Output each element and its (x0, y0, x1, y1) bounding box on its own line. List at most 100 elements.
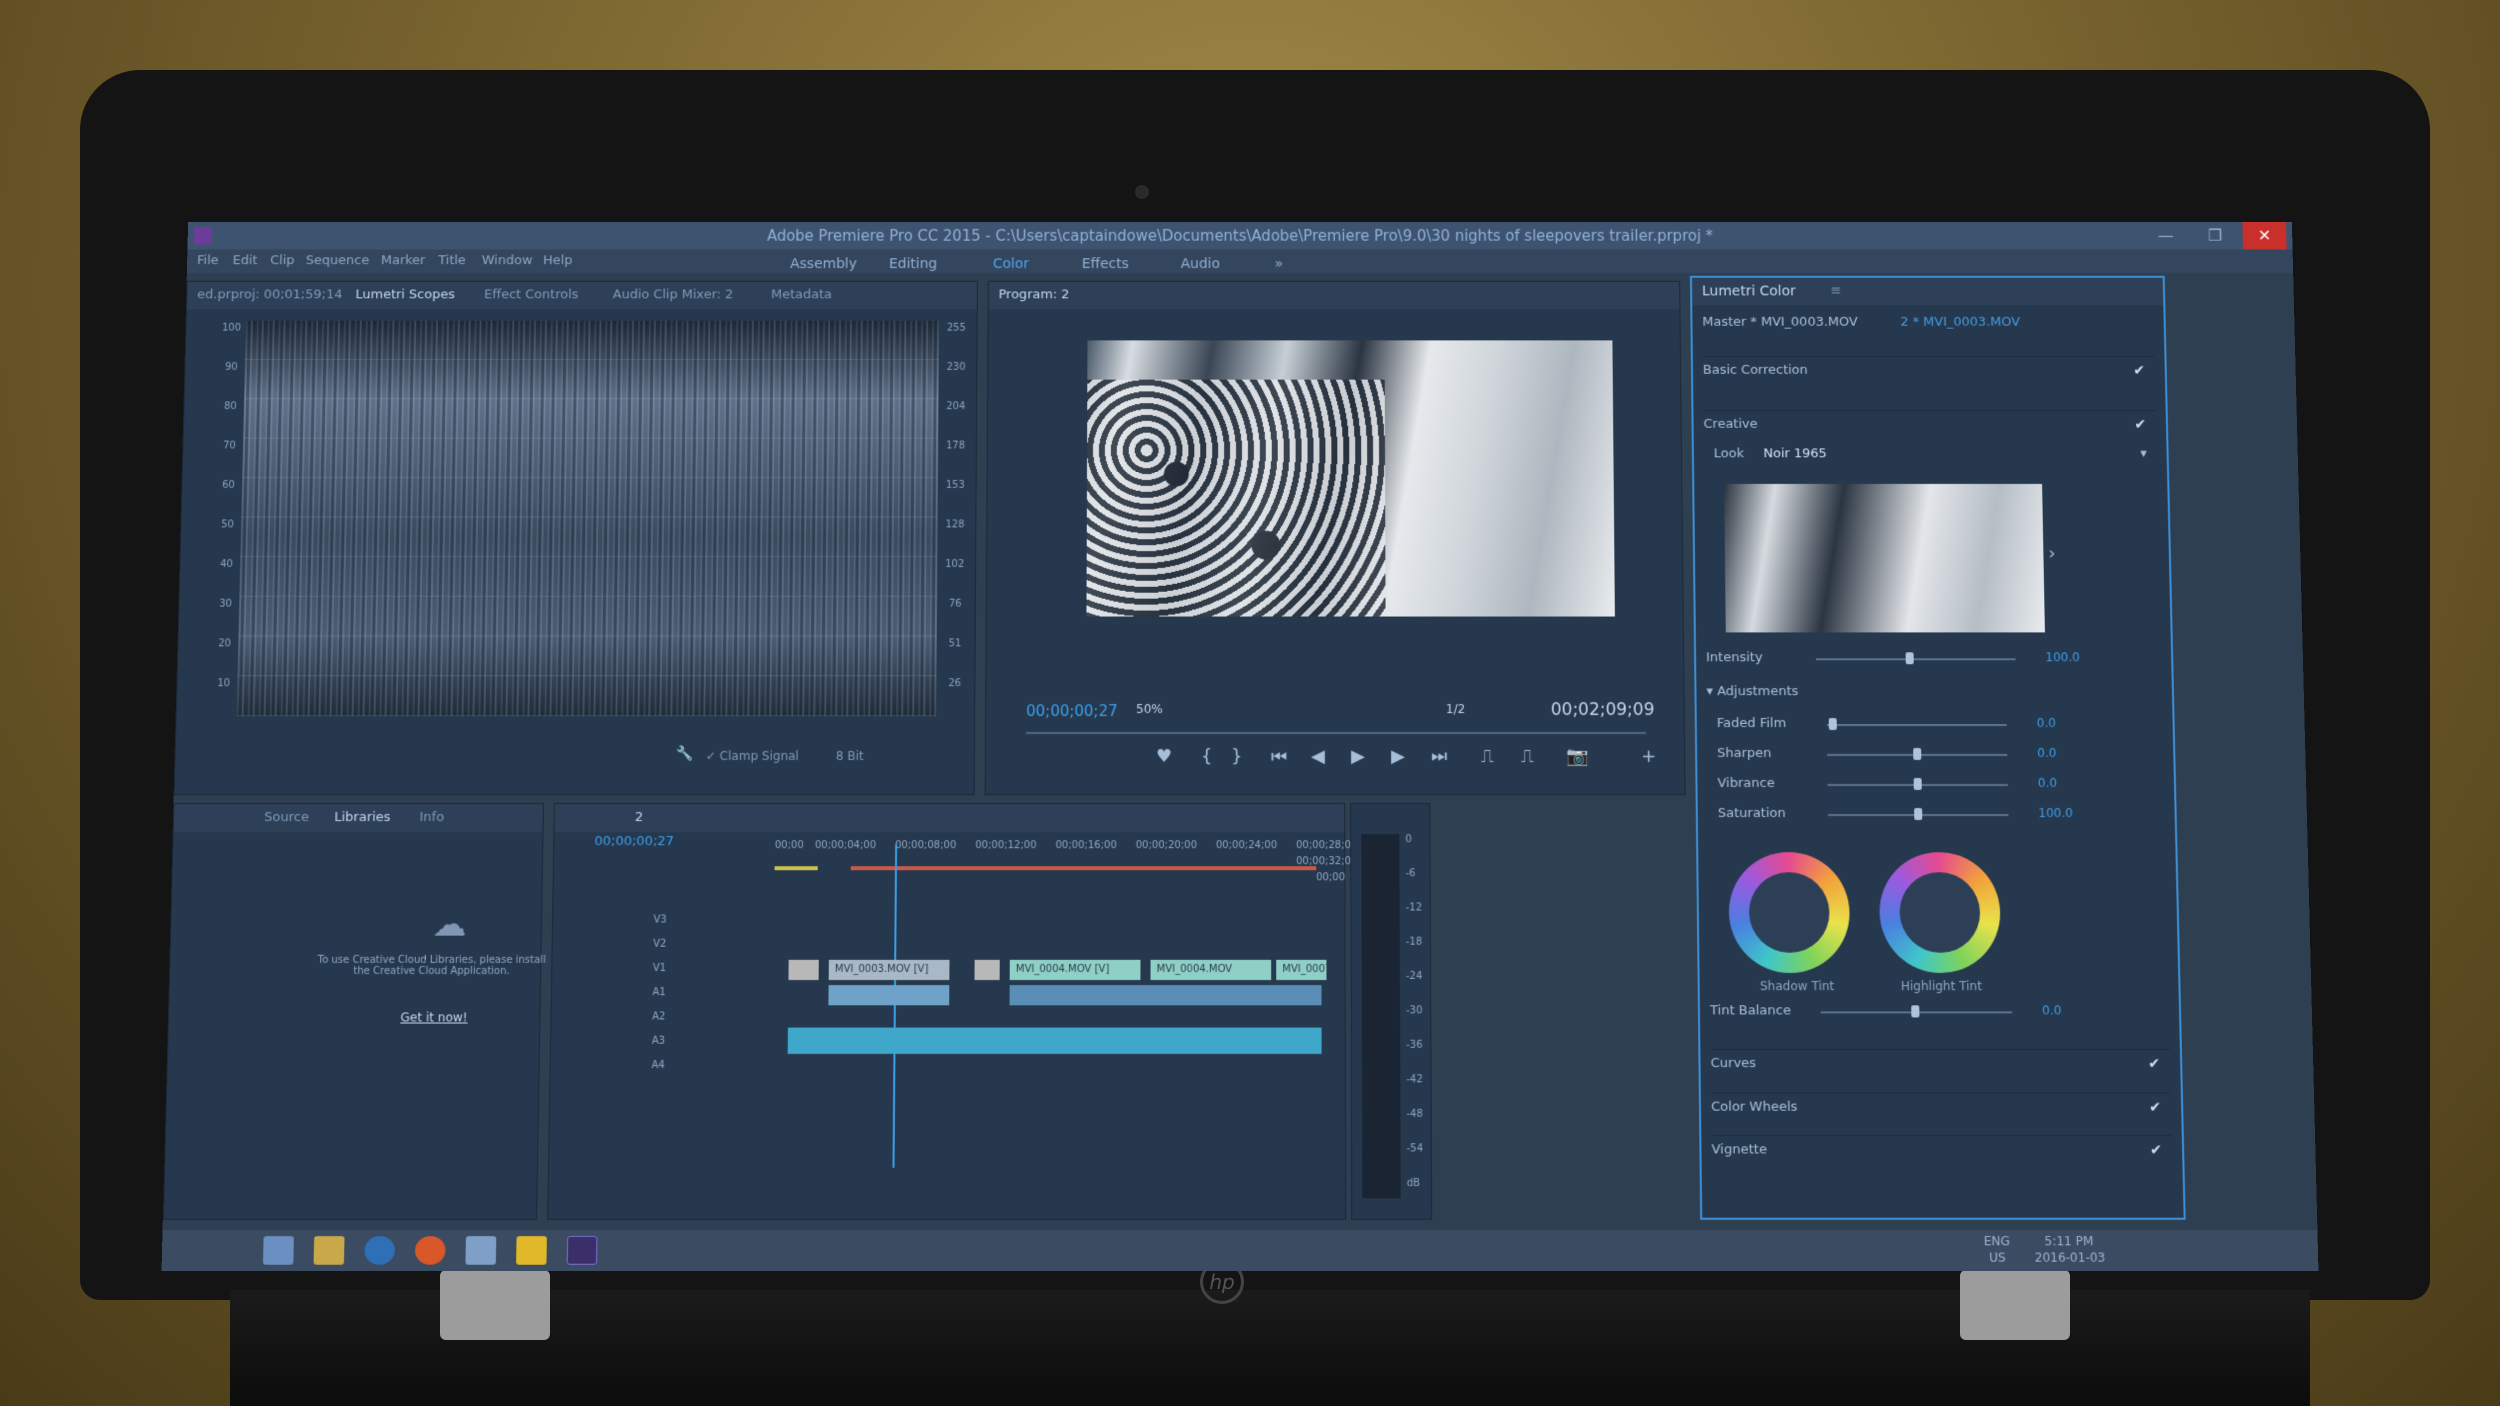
program-current-timecode[interactable]: 00;00;00;27 (1026, 702, 1118, 720)
highlight-tint-wheel[interactable] (1879, 852, 2001, 973)
resolution-select[interactable]: 1/2 (1446, 702, 1465, 716)
basic-correction-check-icon[interactable]: ✔ (2133, 363, 2145, 379)
faded-film-slider[interactable] (1827, 724, 2007, 726)
curves-check-icon[interactable]: ✔ (2148, 1056, 2160, 1072)
tab-libraries[interactable]: Libraries (334, 804, 391, 832)
firefox-icon[interactable] (415, 1236, 446, 1265)
minimize-button[interactable]: — (2144, 222, 2188, 249)
curves-section[interactable]: Curves ✔ (1710, 1049, 2170, 1079)
next-look-icon[interactable]: › (2048, 543, 2056, 564)
audio-clip[interactable] (788, 1028, 1322, 1054)
workspace-overflow-icon[interactable]: » (1275, 251, 1284, 276)
zoom-select[interactable]: 50% (1136, 702, 1163, 716)
playhead-scrubber[interactable] (1026, 732, 1646, 734)
workspace-audio[interactable]: Audio (1181, 251, 1220, 276)
restore-button[interactable]: ❐ (2193, 222, 2237, 249)
panel-menu-icon[interactable]: ≡ (1830, 278, 1841, 305)
tab-info[interactable]: Info (419, 804, 444, 832)
creative-check-icon[interactable]: ✔ (2134, 417, 2146, 433)
aim-icon[interactable] (516, 1236, 547, 1265)
sharpen-slider-knob[interactable] (1913, 748, 1921, 760)
workspace-assembly[interactable]: Assembly (790, 251, 857, 276)
audio-clip[interactable] (1010, 985, 1322, 1005)
play-icon[interactable]: ▶ (1351, 746, 1365, 767)
timeline-clip[interactable]: MVI_0007.MOV [V] (1276, 960, 1326, 980)
step-forward-icon[interactable]: ▶ (1391, 746, 1405, 767)
audio-clip[interactable] (828, 985, 949, 1005)
basic-correction-section[interactable]: Basic Correction ✔ (1703, 356, 2155, 385)
mark-out-icon[interactable]: } (1231, 746, 1242, 767)
tray-date[interactable]: 2016-01-03 (2035, 1250, 2106, 1264)
tint-balance-slider-knob[interactable] (1911, 1005, 1919, 1017)
tab-lumetri-scopes[interactable]: Lumetri Scopes (355, 282, 455, 309)
timeline-clip[interactable] (788, 960, 818, 980)
extract-icon[interactable]: ⎍ (1521, 746, 1534, 767)
adjustments-header[interactable]: ▾ Adjustments (1706, 684, 2162, 714)
wrench-icon[interactable]: 🔧 (676, 746, 694, 762)
creative-section[interactable]: Creative ✔ (1703, 410, 2156, 440)
chevron-down-icon[interactable]: ▾ (2140, 446, 2147, 461)
track-a2[interactable]: A2 (652, 1011, 665, 1022)
shadow-tint-wheel[interactable] (1728, 852, 1850, 973)
sharpen-value[interactable]: 0.0 (2037, 746, 2056, 760)
add-button-icon[interactable]: + (1641, 746, 1656, 767)
tray-language[interactable]: ENG (1984, 1234, 2010, 1248)
timeline-clip[interactable]: MVI_0003.MOV [V] (829, 960, 950, 980)
marker-icon[interactable]: ♥ (1156, 746, 1172, 767)
start-icon[interactable] (263, 1236, 294, 1265)
tab-audio-clip-mixer[interactable]: Audio Clip Mixer: 2 (613, 282, 734, 309)
faded-film-value[interactable]: 0.0 (2037, 716, 2056, 730)
timeline-clip[interactable] (974, 960, 999, 980)
get-it-now-link[interactable]: Get it now! (400, 1010, 467, 1024)
look-select[interactable]: Noir 1965 (1763, 446, 1827, 461)
look-preview-thumbnail[interactable] (1724, 484, 2045, 632)
saturation-slider-knob[interactable] (1914, 808, 1922, 820)
intensity-slider-knob[interactable] (1906, 652, 1914, 664)
vignette-check-icon[interactable]: ✔ (2150, 1142, 2162, 1158)
tray-region[interactable]: US (1989, 1250, 2006, 1264)
timeline-clip[interactable]: MVI_0004.MOV (1150, 960, 1271, 980)
go-to-in-icon[interactable]: ⏮ (1271, 746, 1287, 767)
tab-effect-controls[interactable]: Effect Controls (484, 282, 579, 309)
workspace-editing[interactable]: Editing (889, 251, 937, 276)
track-a1[interactable]: A1 (652, 987, 665, 998)
step-back-icon[interactable]: ◀ (1311, 746, 1325, 767)
tab-metadata[interactable]: Metadata (771, 282, 832, 309)
hp-app-icon[interactable] (364, 1236, 395, 1265)
tray-time[interactable]: 5:11 PM (2044, 1234, 2093, 1248)
workspace-effects[interactable]: Effects (1082, 251, 1129, 276)
color-wheels-check-icon[interactable]: ✔ (2149, 1100, 2161, 1116)
tab-sequence[interactable]: 2 (635, 804, 644, 832)
intensity-value[interactable]: 100.0 (2045, 650, 2080, 664)
timeline-timecode[interactable]: 00;00;00;27 (594, 834, 674, 849)
document-icon[interactable] (465, 1236, 496, 1265)
faded-film-slider-knob[interactable] (1829, 718, 1837, 730)
color-wheels-section[interactable]: Color Wheels ✔ (1711, 1092, 2171, 1122)
tab-program[interactable]: Program: 2 (999, 282, 1070, 309)
close-button[interactable]: ✕ (2242, 222, 2286, 249)
track-a4[interactable]: A4 (651, 1060, 664, 1071)
workspace-color[interactable]: Color (993, 251, 1029, 276)
bit-depth-select[interactable]: 8 Bit (836, 742, 864, 770)
clamp-signal-checkbox[interactable]: ✓ Clamp Signal (706, 742, 799, 770)
mark-in-icon[interactable]: { (1201, 746, 1212, 767)
disclosure-triangle-icon[interactable]: ▾ (1706, 684, 1717, 699)
tint-balance-value[interactable]: 0.0 (2042, 1003, 2061, 1017)
export-frame-icon[interactable]: 📷 (1566, 746, 1589, 767)
file-explorer-icon[interactable] (314, 1236, 345, 1265)
timeline-playhead[interactable] (892, 844, 897, 1168)
saturation-value[interactable]: 100.0 (2038, 806, 2073, 820)
track-v1[interactable]: V1 (653, 963, 666, 974)
track-v3[interactable]: V3 (653, 914, 666, 925)
vibrance-slider-knob[interactable] (1914, 778, 1922, 790)
timeline-clip[interactable]: MVI_0004.MOV [V] (1010, 960, 1141, 980)
vignette-section[interactable]: Vignette ✔ (1711, 1135, 2172, 1166)
clip-select[interactable]: 2 * MVI_0003.MOV (1900, 315, 2020, 330)
lift-icon[interactable]: ⎍ (1481, 746, 1494, 767)
intensity-slider[interactable] (1816, 658, 2016, 660)
program-video-frame[interactable] (1086, 340, 1614, 616)
tab-source[interactable]: Source (264, 804, 309, 832)
track-a3[interactable]: A3 (652, 1036, 665, 1047)
premiere-taskbar-icon[interactable] (567, 1236, 598, 1265)
go-to-out-icon[interactable]: ⏭ (1431, 746, 1447, 767)
